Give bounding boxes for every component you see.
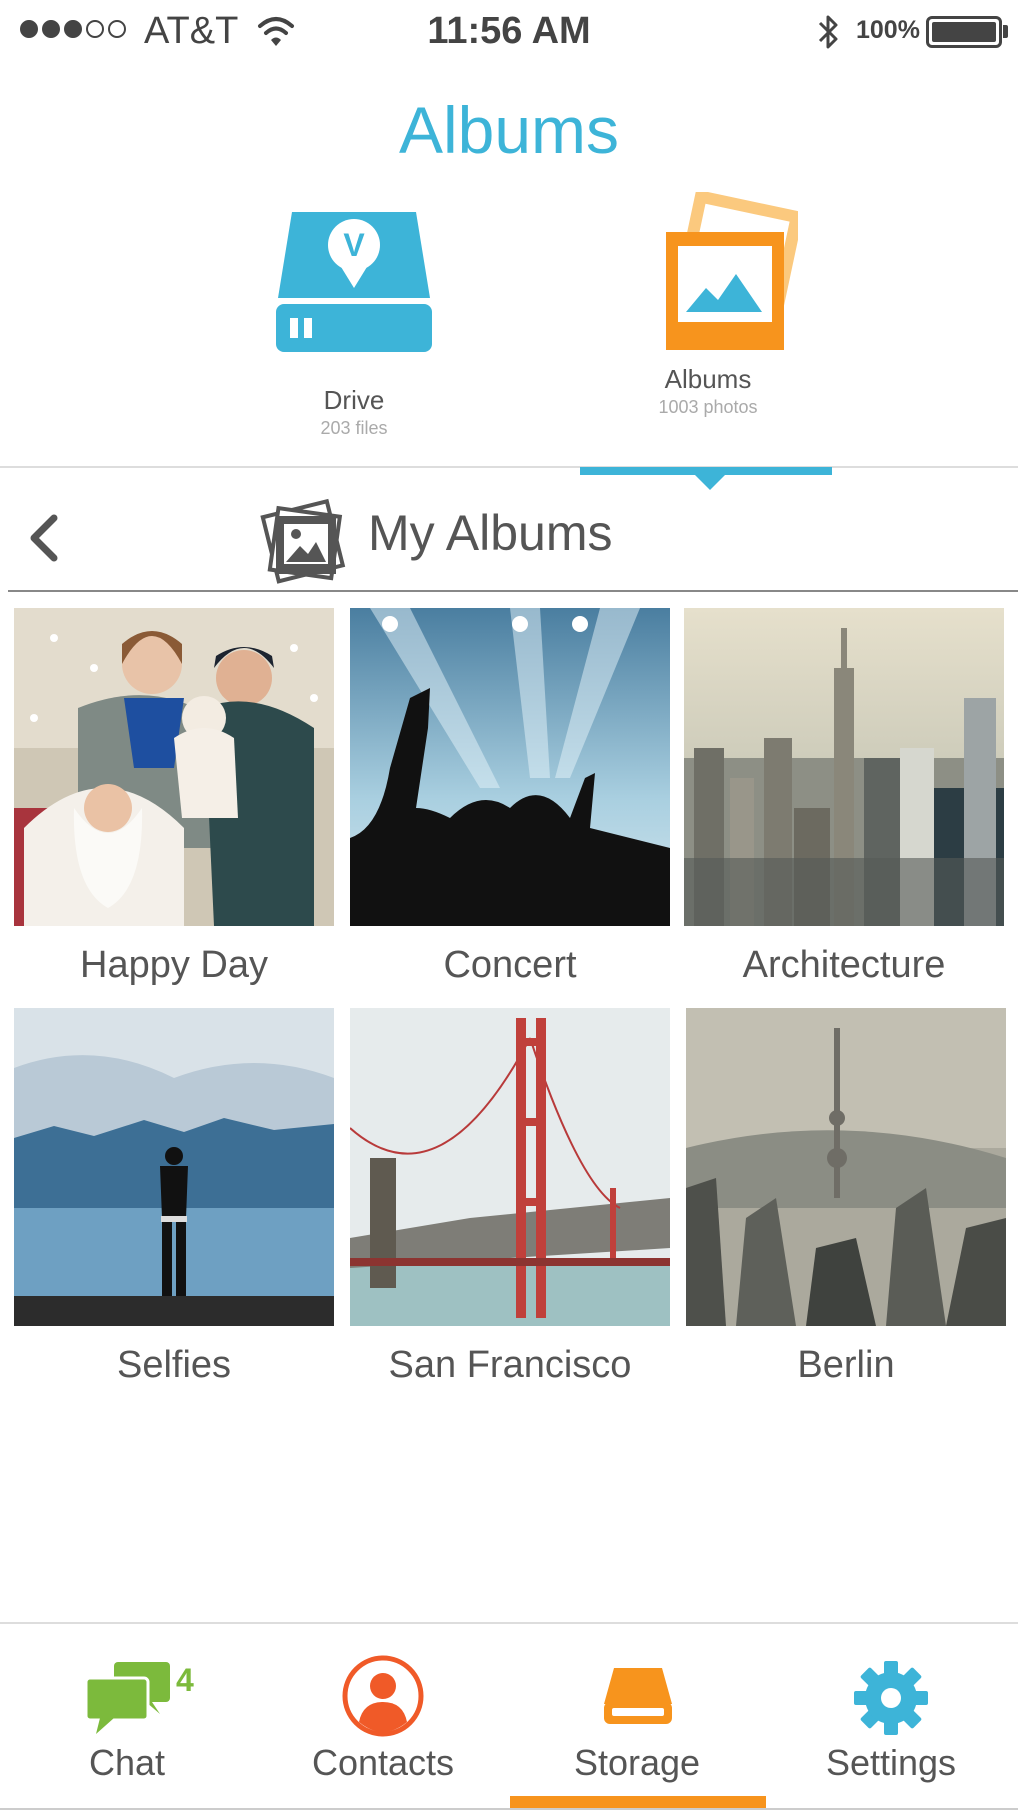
drive-label: Drive (323, 385, 385, 415)
albums-stack-icon (256, 494, 352, 595)
album-title: Selfies (116, 1344, 232, 1386)
album-thumbnail (684, 608, 1004, 926)
section-header: My Albums (0, 486, 1018, 590)
chat-badge: 4 (176, 1662, 194, 1698)
album-thumbnail (350, 1008, 670, 1326)
page-title: Albums (398, 93, 620, 167)
svg-text:V: V (343, 227, 365, 263)
album-san-francisco[interactable]: San Francisco (350, 1008, 670, 1387)
battery-tip (1003, 25, 1008, 38)
albums-photo-count: 1003 photos (658, 397, 758, 417)
gear-icon (854, 1661, 928, 1735)
album-thumbnail (350, 608, 670, 926)
tab-label: Chat (88, 1742, 166, 1783)
album-thumbnail (14, 608, 334, 926)
contacts-icon (342, 1655, 424, 1737)
active-tab-indicator (510, 1796, 766, 1808)
tab-contacts[interactable]: Contacts (256, 1624, 510, 1810)
drive-tile[interactable]: V Drive 203 files (234, 208, 474, 439)
back-button[interactable] (18, 508, 78, 568)
album-concert[interactable]: Concert (350, 608, 670, 987)
storage-icon (604, 1668, 672, 1724)
chevron-left-icon (30, 514, 58, 562)
chat-icon (86, 1662, 170, 1734)
album-title: Berlin (797, 1344, 895, 1386)
album-selfies[interactable]: Selfies (14, 1008, 334, 1387)
top-divider (0, 466, 1018, 468)
album-architecture[interactable]: Architecture (684, 608, 1004, 987)
album-title: Concert (443, 944, 577, 986)
battery-percent: 100% (856, 16, 920, 44)
section-title: My Albums (368, 505, 613, 561)
album-title: San Francisco (388, 1344, 632, 1386)
drive-file-count: 203 files (320, 418, 388, 438)
tab-chat[interactable]: 4 Chat (0, 1624, 254, 1810)
section-divider (8, 590, 1018, 592)
tab-label: Storage (573, 1742, 701, 1783)
tab-settings[interactable]: Settings (764, 1624, 1018, 1810)
drive-icon: V (234, 208, 474, 361)
albums-tile[interactable]: Albums 1003 photos (588, 189, 828, 418)
albums-label: Albums (664, 364, 752, 394)
tab-label: Settings (825, 1742, 957, 1783)
status-bar: AT&T 11:56 AM 100% (0, 0, 1018, 64)
album-title: Architecture (742, 944, 946, 986)
album-thumbnail (686, 1008, 1006, 1326)
album-thumbnail (14, 1008, 334, 1326)
album-title: Happy Day (80, 944, 268, 986)
bluetooth-icon (814, 12, 844, 57)
tab-storage[interactable]: Storage (510, 1624, 764, 1810)
bottom-tab-bar: 4 Chat Contacts Storage Settings (0, 1622, 1018, 1810)
battery-icon (926, 16, 1002, 48)
photo-albums-icon (618, 189, 804, 356)
album-happy-day[interactable]: Happy Day (14, 608, 334, 987)
tab-label: Contacts (311, 1742, 455, 1783)
album-berlin[interactable]: Berlin (686, 1008, 1006, 1387)
